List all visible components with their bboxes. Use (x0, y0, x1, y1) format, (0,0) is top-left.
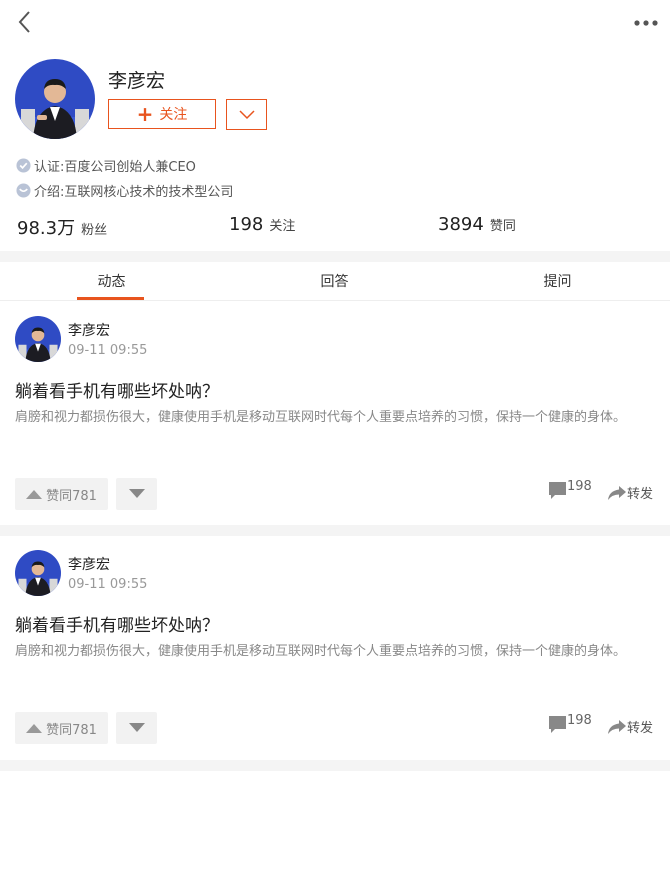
like-label: 赞同781 (46, 488, 97, 504)
tab-active-indicator (77, 297, 144, 300)
triangle-down-icon (128, 489, 145, 498)
intro-row: 介绍:互联网核心技术的技术型公司 (16, 181, 233, 200)
feed-post: 李彦宏 09-11 09:55 躺着看手机有哪些坏处呐？ 肩膀和视力都损伤很大，… (0, 535, 670, 759)
comment-count: 198 (567, 479, 592, 494)
share-arrow-icon (608, 485, 626, 500)
post-time: 09-11 09:55 (68, 577, 148, 592)
stat-label: 粉丝 (81, 223, 108, 238)
follow-button[interactable]: + 关注 (108, 99, 216, 129)
stat-value: 98.3万 (17, 218, 76, 239)
stat-value: 198 (229, 214, 264, 235)
follow-label: 关注 (159, 107, 188, 123)
avatar-photo (15, 316, 61, 362)
post-title[interactable]: 躺着看手机有哪些坏处呐？ (15, 611, 219, 636)
avatar-photo (15, 59, 95, 139)
triangle-down-icon (128, 723, 145, 732)
tab-label: 回答 (320, 274, 349, 290)
post-body[interactable]: 肩膀和视力都损伤很大，健康使用手机是移动互联网时代每个人重要点培养的习惯，保持一… (15, 641, 655, 662)
tab-activity[interactable]: 动态 (0, 262, 223, 300)
tab-questions[interactable]: 提问 (446, 262, 669, 300)
verified-badge-icon (16, 158, 31, 173)
share-label: 转发 (627, 721, 654, 736)
post-divider (0, 760, 670, 771)
post-body[interactable]: 肩膀和视力都损伤很大，健康使用手机是移动互联网时代每个人重要点培养的习惯，保持一… (15, 407, 655, 428)
section-divider (0, 251, 670, 262)
tab-label: 动态 (97, 274, 126, 290)
like-button[interactable]: 赞同781 (15, 712, 108, 744)
stat-label: 关注 (269, 219, 296, 234)
dislike-button[interactable] (116, 712, 157, 744)
comment-count: 198 (567, 713, 592, 728)
intro-badge-icon (16, 183, 31, 198)
dislike-button[interactable] (116, 478, 157, 510)
comment-button[interactable]: 198 (548, 713, 592, 734)
triangle-up-icon (26, 490, 43, 499)
back-button[interactable] (10, 8, 40, 38)
feed-post: 李彦宏 09-11 09:55 躺着看手机有哪些坏处呐？ 肩膀和视力都损伤很大，… (0, 301, 670, 525)
like-label: 赞同781 (46, 722, 97, 738)
verified-text: 认证:百度公司创始人兼CEO (34, 160, 196, 175)
tab-label: 提问 (543, 274, 572, 290)
share-button[interactable]: 转发 (607, 483, 653, 502)
chevron-down-icon (238, 109, 255, 119)
profile-avatar[interactable] (15, 59, 95, 139)
comment-button[interactable]: 198 (548, 479, 592, 500)
stat-followers[interactable]: 98.3万 粉丝 (17, 214, 107, 240)
stat-value: 3894 (438, 214, 484, 235)
post-time: 09-11 09:55 (68, 343, 148, 358)
intro-text: 介绍:互联网核心技术的技术型公司 (34, 185, 234, 200)
chevron-left-icon (18, 11, 30, 33)
post-title[interactable]: 躺着看手机有哪些坏处呐？ (15, 377, 219, 402)
comment-icon (549, 716, 566, 733)
stat-following[interactable]: 198 关注 (229, 214, 295, 235)
like-button[interactable]: 赞同781 (15, 478, 108, 510)
post-avatar[interactable] (15, 550, 61, 596)
more-button[interactable] (630, 10, 660, 34)
comment-icon (549, 482, 566, 499)
share-button[interactable]: 转发 (607, 717, 653, 736)
share-arrow-icon (608, 719, 626, 734)
profile-name: 李彦宏 (108, 70, 166, 92)
verified-row: 认证:百度公司创始人兼CEO (16, 156, 196, 175)
post-author[interactable]: 李彦宏 (68, 554, 110, 574)
stat-likes[interactable]: 3894 赞同 (438, 214, 516, 235)
post-author[interactable]: 李彦宏 (68, 320, 110, 340)
post-avatar[interactable] (15, 316, 61, 362)
follow-options-button[interactable] (226, 99, 267, 130)
share-label: 转发 (627, 487, 654, 502)
triangle-up-icon (26, 724, 43, 733)
avatar-photo (15, 550, 61, 596)
more-dots-icon (634, 20, 658, 26)
tab-answers[interactable]: 回答 (223, 262, 446, 300)
stat-label: 赞同 (489, 219, 516, 234)
plus-icon: + (136, 102, 154, 126)
